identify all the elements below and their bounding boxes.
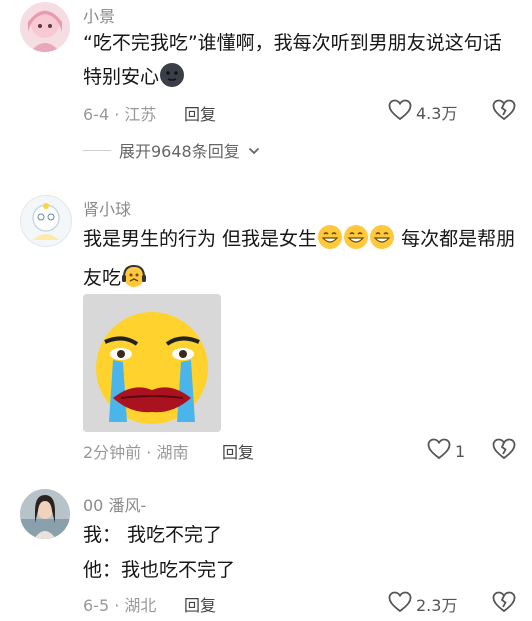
comment-text: “吃不完我吃”谁懂啊，我每次听到男朋友说这句话特别安心 [83,26,518,99]
like-button[interactable]: 2.3万 [388,591,457,617]
grinning-face-emoji [317,224,343,261]
like-count: 4.3万 [416,104,458,123]
username[interactable]: 00 潘风- [83,492,146,516]
dislike-button[interactable] [492,99,516,125]
comment-text: 我是男生的行为 但我是女生 每次都是帮朋友吃 [83,222,518,300]
avatar[interactable] [20,195,72,247]
comment-text-line-1: 我： 我吃不完了 [83,524,223,546]
reply-button[interactable]: 回复 [222,439,254,463]
reply-button[interactable]: 回复 [184,101,216,125]
like-button[interactable]: 4.3万 [388,99,457,125]
like-count: 2.3万 [416,596,458,615]
reply-button[interactable]: 回复 [184,592,216,616]
heart-outline-icon [427,438,451,464]
grinning-face-emoji [343,224,369,261]
heart-outline-icon [388,99,412,125]
broken-heart-icon [492,591,516,617]
dislike-button[interactable] [492,591,516,617]
dislike-button[interactable] [492,438,516,464]
broken-heart-icon [492,438,516,464]
username[interactable]: 肾小球 [83,196,131,220]
username[interactable]: 小景 [83,3,115,27]
broken-heart-icon [492,99,516,125]
comment-text-before: 我是男生的行为 但我是女生 [83,228,318,250]
expand-replies-button[interactable]: 展开9648条回复 [83,138,260,162]
comment-meta: 6-5 · 湖北 [83,596,157,615]
avatar[interactable] [20,2,70,52]
like-count: 1 [455,441,466,461]
avatar[interactable] [20,489,70,539]
dark-moon-face-emoji [159,62,185,99]
heart-outline-icon [388,591,412,617]
comment-meta: 2分钟前 · 湖南 [83,443,189,462]
expand-replies-label: 展开9648条回复 [119,142,240,161]
divider [83,149,111,151]
chevron-down-icon [248,141,260,160]
comment-text-content: “吃不完我吃”谁懂啊，我每次听到男朋友说这句话特别安心 [83,32,502,88]
like-button[interactable]: 1 [427,438,465,464]
comment-meta: 6-4 · 江苏 [83,105,157,124]
comment-text-line-2: 他：我也吃不完了 [83,559,236,581]
grinning-face-emoji [369,224,395,261]
sticker-image[interactable] [83,294,221,432]
